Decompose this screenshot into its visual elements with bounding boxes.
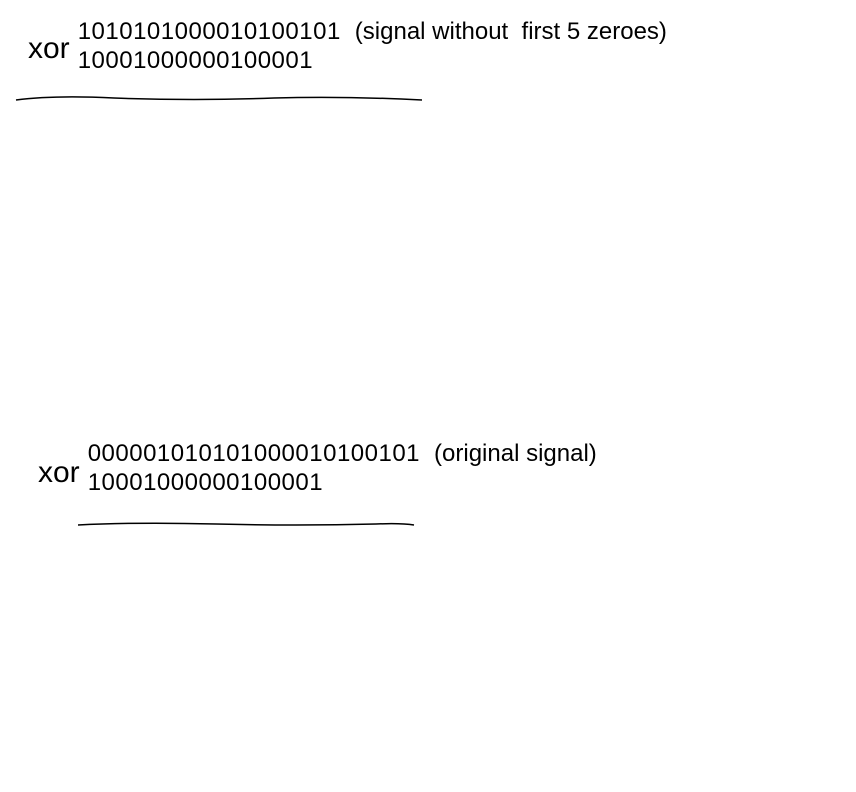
annotation-2: (original signal) xyxy=(434,440,597,468)
operand-1: 000001010101000010100101 xyxy=(88,440,420,469)
operands: 1010101000010100101 (signal without firs… xyxy=(78,18,667,76)
operand-row-2: 10001000000100001 xyxy=(78,47,667,76)
divider-line-1 xyxy=(14,94,424,96)
xor-label: xor xyxy=(28,34,70,64)
divider-line-2 xyxy=(76,520,416,522)
operands: 000001010101000010100101 (original signa… xyxy=(88,440,597,498)
operand-row-1: 000001010101000010100101 (original signa… xyxy=(88,440,597,469)
xor-block-1: xor 1010101000010100101 (signal without … xyxy=(28,18,667,76)
operand-2: 10001000000100001 xyxy=(78,47,313,76)
operand-row-1: 1010101000010100101 (signal without firs… xyxy=(78,18,667,47)
xor-label: xor xyxy=(38,458,80,488)
operand-1: 1010101000010100101 xyxy=(78,18,341,47)
xor-block-2: xor 000001010101000010100101 (original s… xyxy=(38,440,597,498)
operand-row-2: 10001000000100001 xyxy=(88,469,597,498)
operand-2: 10001000000100001 xyxy=(88,469,323,498)
annotation-1: (signal without first 5 zeroes) xyxy=(355,18,667,46)
